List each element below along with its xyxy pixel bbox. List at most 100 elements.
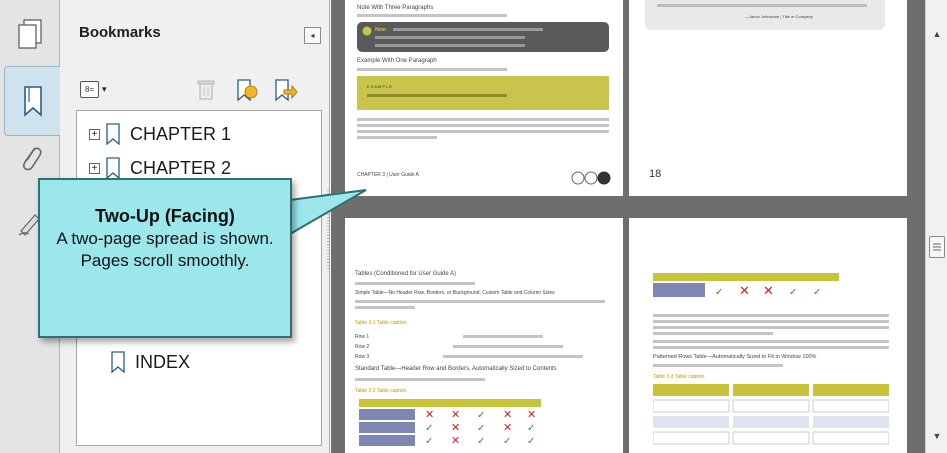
page-thumbnails-button[interactable] [8, 12, 52, 56]
bookmark-icon [111, 351, 125, 373]
callout-body: A two-page spread is shown. Pages scroll… [56, 229, 274, 270]
simple-table-heading: Simple Table—No Header Row, Borders, or … [355, 290, 555, 296]
table-caption: Table 3-3 Table caption. [653, 374, 706, 380]
attachments-button[interactable] [8, 136, 52, 180]
panel-title: Bookmarks [79, 24, 161, 41]
text-line [355, 306, 415, 309]
text-line [393, 28, 543, 31]
text-line [453, 345, 563, 348]
table-caption: Table 3-2 Table caption. [355, 388, 408, 394]
text-line [355, 300, 605, 303]
note-icon [362, 26, 372, 36]
svg-text:✓: ✓ [477, 410, 485, 421]
example-box: E X A M P L E [357, 76, 609, 110]
bookmark-ribbon-icon [24, 86, 42, 117]
page-heading: Note With Three Paragraphs [357, 5, 434, 11]
text-line [653, 364, 783, 367]
text-line [357, 68, 507, 71]
bookmark-icon [106, 123, 120, 145]
chevron-down-icon: ▾ [102, 83, 107, 94]
svg-text:✓: ✓ [789, 287, 797, 298]
page-thumbnails-icon [18, 19, 42, 49]
note-box: Note: [357, 22, 609, 52]
standard-table-heading: Standard Table—Header Row and Borders, A… [355, 366, 557, 372]
bookmarks-button[interactable] [4, 66, 61, 136]
chapter-circles-icon [571, 171, 611, 185]
text-line [653, 346, 889, 349]
svg-text:✕: ✕ [425, 409, 434, 421]
patterned-table [653, 384, 889, 445]
scroll-thumb[interactable] [929, 236, 945, 258]
bookmark-properties-button[interactable] [272, 78, 298, 102]
grip-lines-icon [933, 243, 941, 251]
callout-title: Two-Up (Facing) [95, 206, 235, 226]
text-line [355, 282, 475, 285]
example-label: E X A M P L E [367, 84, 392, 89]
check-table-2: ✓ ✕ ✕ ✓ ✓ [653, 273, 839, 298]
svg-text:✓: ✓ [425, 423, 433, 434]
svg-text:✕: ✕ [527, 409, 536, 421]
page-top-left: Note With Three Paragraphs Note: Example… [345, 0, 623, 196]
bookmark-icon [106, 157, 120, 179]
svg-text:✕: ✕ [451, 409, 460, 421]
callout-pointer [286, 189, 367, 236]
text-line [357, 14, 507, 17]
table-caption: Table 3-1 Table caption. [355, 320, 408, 326]
bookmark-label: INDEX [135, 351, 191, 372]
text-line [653, 314, 889, 317]
collapse-panel-button[interactable]: ◂ [304, 27, 321, 44]
svg-text:✓: ✓ [425, 436, 433, 447]
check-table: ✕ ✕ ✓ ✕ ✕ ✓ ✕ ✓ ✕ ✓ ✓ ✕ ✓ ✓ ✓ [359, 399, 541, 447]
row-label: Row 2 [355, 344, 370, 350]
svg-text:✓: ✓ [503, 436, 511, 447]
text-line [653, 340, 889, 343]
quote-box: —Jacob Johnstone | Title or Company [645, 0, 885, 30]
text-line [653, 320, 889, 323]
vertical-scrollbar[interactable]: ▲ ▼ [925, 0, 947, 453]
svg-text:✓: ✓ [715, 287, 723, 298]
bookmark-item-chapter-1[interactable]: + CHAPTER 1 [89, 119, 231, 149]
bookmarks-toolbar: 8= ▾ [60, 68, 330, 110]
paperclip-icon [22, 147, 42, 171]
page-top-right: —Jacob Johnstone | Title or Company 18 [629, 0, 907, 196]
scroll-up-button[interactable]: ▲ [929, 26, 945, 42]
bookmark-item-index[interactable]: INDEX [105, 347, 190, 377]
text-line [357, 124, 609, 127]
row-label: Row 3 [355, 354, 370, 360]
svg-text:✕: ✕ [739, 283, 750, 298]
delete-bookmark-button[interactable] [194, 78, 220, 102]
expand-toggle[interactable]: + [89, 162, 100, 174]
svg-text:✕: ✕ [451, 422, 460, 434]
text-line [357, 136, 437, 139]
text-line [355, 378, 485, 381]
document-view[interactable]: Note With Three Paragraphs Note: Example… [331, 0, 925, 453]
text-line [367, 94, 507, 97]
note-label: Note: [375, 27, 387, 33]
callout-box: Two-Up (Facing) A two-page spread is sho… [38, 178, 292, 338]
text-line [375, 44, 525, 47]
bookmark-properties-icon [275, 79, 298, 102]
row-label: Row 1 [355, 334, 370, 340]
svg-text:✓: ✓ [527, 423, 535, 434]
page-bottom-left: Tables (Conditioned for User Guide A) Si… [345, 218, 623, 453]
text-line [653, 326, 889, 329]
text-line [657, 4, 867, 7]
svg-text:✓: ✓ [477, 423, 485, 434]
svg-text:✓: ✓ [813, 287, 821, 298]
new-bookmark-icon [237, 79, 258, 102]
text-line [653, 332, 773, 335]
text-line [463, 335, 543, 338]
svg-text:✓: ✓ [527, 436, 535, 447]
svg-text:✕: ✕ [503, 409, 512, 421]
options-menu-button[interactable]: 8= ▾ [80, 78, 120, 100]
example-heading: Example With One Paragraph [357, 58, 437, 64]
options-icon: 8= [80, 80, 99, 98]
page-bottom-right: ✓ ✕ ✕ ✓ ✓ Patterned Rows Table—Automatic… [629, 218, 907, 453]
expand-toggle[interactable]: + [89, 128, 100, 140]
bookmark-label: CHAPTER 2 [130, 157, 232, 178]
svg-text:✓: ✓ [477, 436, 485, 447]
new-bookmark-button[interactable] [234, 78, 260, 102]
scroll-down-button[interactable]: ▼ [929, 428, 945, 444]
text-line [443, 355, 583, 358]
panel-header: Bookmarks ◂ [60, 0, 330, 64]
